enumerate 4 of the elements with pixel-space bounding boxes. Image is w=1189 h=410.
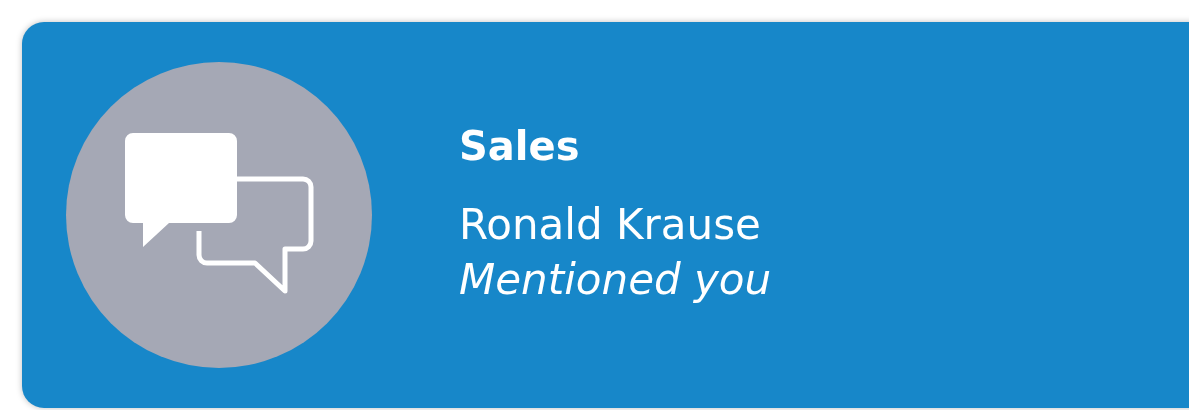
notification-card[interactable]: Sales Ronald Krause Mentioned you bbox=[22, 22, 1189, 408]
notification-message: Mentioned you bbox=[459, 254, 772, 306]
channel-name: Sales bbox=[459, 122, 581, 171]
sender-name: Ronald Krause bbox=[459, 199, 762, 252]
